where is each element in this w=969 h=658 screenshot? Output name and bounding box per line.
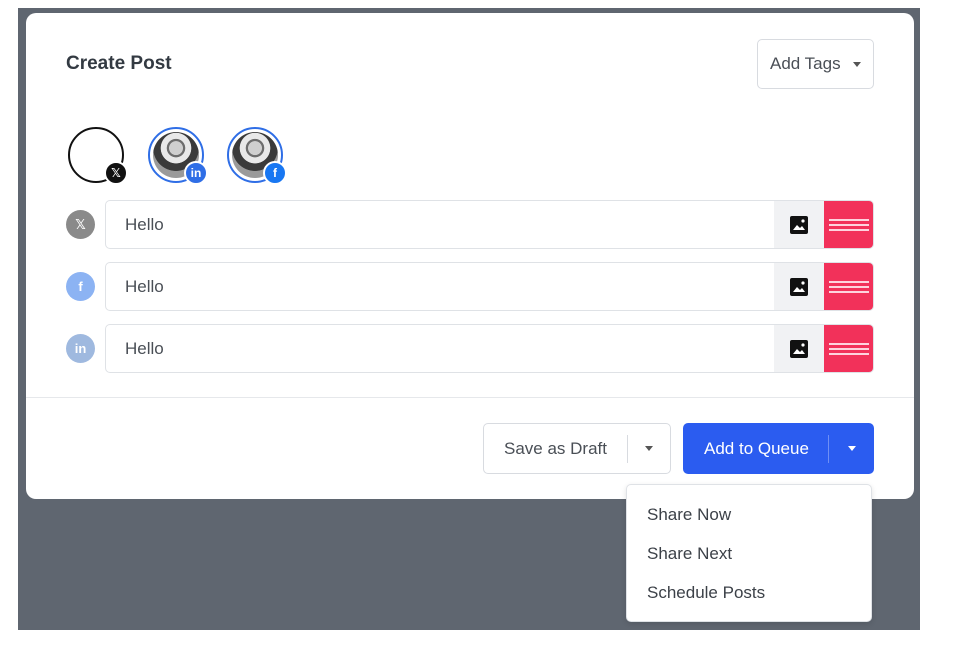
account-avatar-facebook[interactable]: f bbox=[227, 127, 287, 185]
add-image-button[interactable] bbox=[774, 263, 824, 310]
add-image-button[interactable] bbox=[774, 325, 824, 372]
post-row-linkedin: in Hello bbox=[66, 324, 874, 373]
page-title: Create Post bbox=[66, 53, 172, 74]
create-post-card: Create Post Add Tags 𝕏 in f 𝕏 Hello f He… bbox=[26, 13, 914, 499]
post-text: Hello bbox=[125, 277, 164, 296]
add-to-queue-button-group: Add to Queue bbox=[683, 423, 874, 474]
footer-divider bbox=[26, 397, 914, 398]
media-thumbnail[interactable] bbox=[824, 325, 873, 372]
menu-item-schedule-posts[interactable]: Schedule Posts bbox=[647, 583, 765, 603]
add-to-queue-button[interactable]: Add to Queue bbox=[683, 439, 828, 459]
linkedin-icon: in bbox=[184, 161, 208, 185]
chevron-down-icon bbox=[852, 61, 861, 67]
linkedin-icon: in bbox=[66, 334, 95, 363]
x-icon: 𝕏 bbox=[104, 161, 128, 185]
menu-item-share-next[interactable]: Share Next bbox=[647, 544, 732, 564]
post-text: Hello bbox=[125, 339, 164, 358]
post-text: Hello bbox=[125, 215, 164, 234]
queue-options-menu: Share Now Share Next Schedule Posts bbox=[626, 484, 872, 622]
draft-options-dropdown[interactable] bbox=[628, 424, 670, 473]
x-icon: 𝕏 bbox=[66, 210, 95, 239]
post-text-input-linkedin[interactable]: Hello bbox=[105, 324, 874, 373]
image-icon bbox=[790, 277, 808, 296]
chevron-down-icon bbox=[847, 446, 856, 451]
post-text-input-x[interactable]: Hello bbox=[105, 200, 874, 249]
chevron-down-icon bbox=[645, 446, 653, 451]
save-draft-button[interactable]: Save as Draft bbox=[484, 439, 627, 459]
queue-options-dropdown[interactable] bbox=[829, 423, 874, 474]
media-thumbnail[interactable] bbox=[824, 263, 873, 310]
media-thumbnail[interactable] bbox=[824, 201, 873, 248]
account-avatar-linkedin[interactable]: in bbox=[148, 127, 208, 185]
add-image-button[interactable] bbox=[774, 201, 824, 248]
post-row-facebook: f Hello bbox=[66, 262, 874, 311]
facebook-icon: f bbox=[66, 272, 95, 301]
facebook-icon: f bbox=[263, 161, 287, 185]
add-tags-button[interactable]: Add Tags bbox=[757, 39, 874, 89]
account-avatar-x[interactable]: 𝕏 bbox=[68, 127, 128, 185]
post-row-x: 𝕏 Hello bbox=[66, 200, 874, 249]
image-icon bbox=[790, 339, 808, 358]
post-text-input-facebook[interactable]: Hello bbox=[105, 262, 874, 311]
save-draft-button-group: Save as Draft bbox=[483, 423, 671, 474]
image-icon bbox=[790, 215, 808, 234]
add-tags-label: Add Tags bbox=[770, 54, 841, 73]
menu-item-share-now[interactable]: Share Now bbox=[647, 505, 731, 525]
